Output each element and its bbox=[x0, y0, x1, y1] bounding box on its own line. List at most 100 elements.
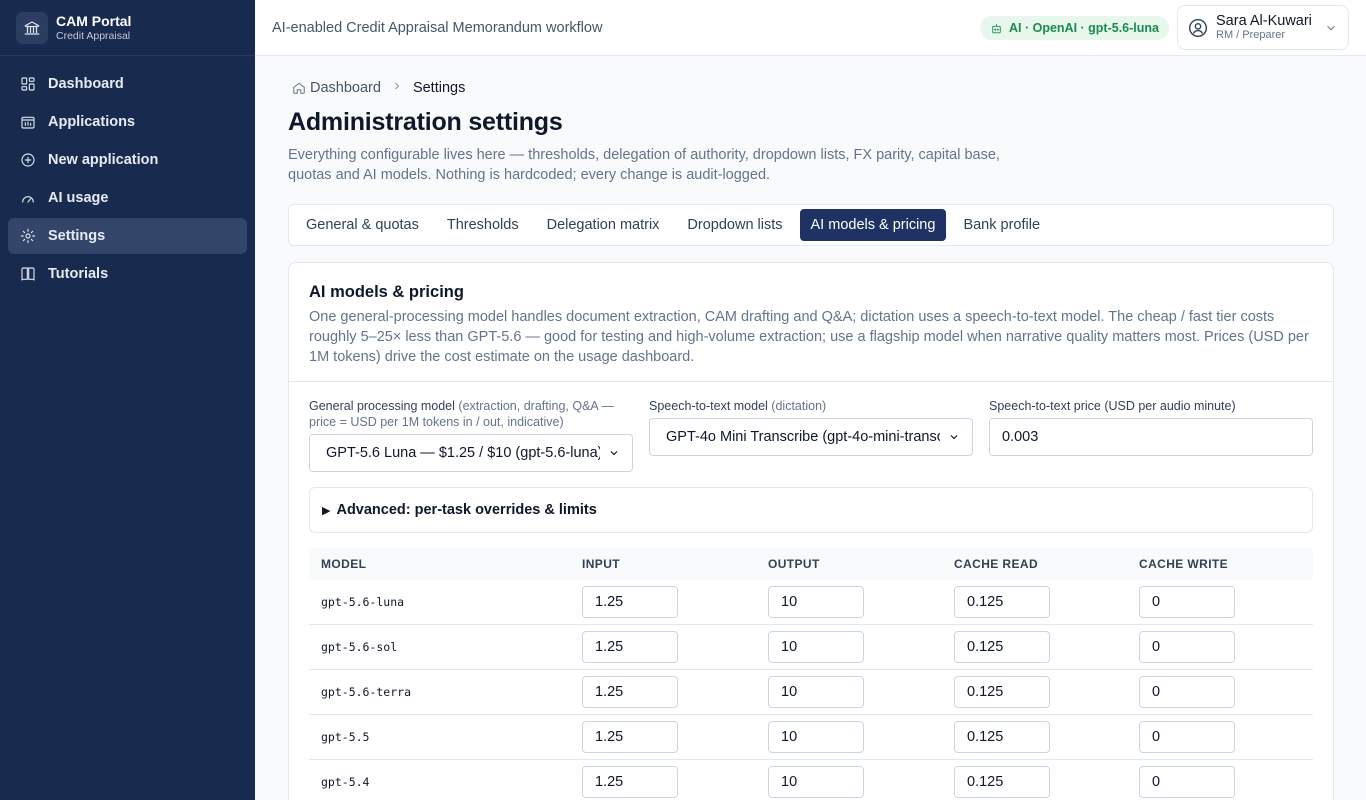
page-title: Administration settings bbox=[288, 108, 563, 136]
stt-price-input[interactable]: 0.003 bbox=[989, 418, 1313, 456]
model-name: gpt-5.4 bbox=[321, 775, 370, 789]
page-description-line: quotas and AI models. Nothing is hardcod… bbox=[288, 167, 771, 183]
input-price-input[interactable]: 1.25 bbox=[582, 721, 678, 753]
book-icon bbox=[21, 267, 35, 281]
user-menu-button[interactable]: Sara Al-Kuwari RM / Preparer bbox=[1177, 5, 1349, 50]
advanced-overrides-label: Advanced: per-task overrides & limits bbox=[336, 502, 597, 518]
column-header-input: INPUT bbox=[582, 557, 620, 571]
gear-icon bbox=[20, 228, 36, 244]
stt-price-field: Speech-to-text price (USD per audio minu… bbox=[989, 398, 1313, 414]
stt-model-hint: (dictation) bbox=[771, 399, 827, 413]
model-name: gpt-5.6-luna bbox=[321, 595, 405, 609]
model-name: gpt-5.6-terra bbox=[321, 685, 412, 699]
general-model-select[interactable]: GPT-5.6 Luna — $1.25 / $10 (gpt-5.6-luna… bbox=[309, 434, 633, 472]
stt-model-field: Speech-to-text model (dictation) bbox=[649, 398, 973, 414]
dashboard-icon bbox=[21, 77, 35, 91]
brand: CAM Portal Credit Appraisal bbox=[0, 0, 255, 56]
sidebar-item-label: Tutorials bbox=[48, 266, 109, 282]
chevron-down-icon bbox=[950, 435, 958, 440]
sidebar-item-label: New application bbox=[48, 152, 159, 168]
general-model-label: General processing model bbox=[309, 399, 455, 413]
sidebar-item-label: Settings bbox=[48, 228, 106, 244]
general-model-value: GPT-5.6 Luna — $1.25 / $10 (gpt-5.6-luna… bbox=[326, 445, 600, 461]
cache-read-price-input[interactable]: 0.125 bbox=[954, 676, 1050, 708]
tab-dropdown-lists[interactable]: Dropdown lists bbox=[676, 209, 793, 241]
settings-tabs: General & quotas Thresholds Delegation m… bbox=[288, 204, 1334, 246]
advanced-overrides-toggle[interactable]: ▶ Advanced: per-task overrides & limits bbox=[309, 487, 1313, 533]
output-price-input[interactable]: 10 bbox=[768, 766, 864, 798]
output-price-input[interactable]: 10 bbox=[768, 676, 864, 708]
cache-read-price-input[interactable]: 0.125 bbox=[954, 586, 1050, 618]
sidebar-item-new-application[interactable]: New application bbox=[8, 142, 247, 178]
user-name: Sara Al-Kuwari bbox=[1216, 13, 1312, 29]
cache-write-price-input[interactable]: 0 bbox=[1139, 586, 1235, 618]
pricing-table: MODEL INPUT OUTPUT CACHE READ CACHE WRIT… bbox=[309, 548, 1313, 800]
output-price-input[interactable]: 10 bbox=[768, 721, 864, 753]
home-icon bbox=[293, 82, 305, 94]
column-header-model: MODEL bbox=[321, 557, 367, 571]
sidebar-item-tutorials[interactable]: Tutorials bbox=[8, 256, 247, 292]
tab-delegation-matrix[interactable]: Delegation matrix bbox=[536, 209, 671, 241]
cache-write-price-input[interactable]: 0 bbox=[1139, 631, 1235, 663]
cache-write-price-input[interactable]: 0 bbox=[1139, 766, 1235, 798]
model-name: gpt-5.5 bbox=[321, 730, 370, 744]
breadcrumb-current: Settings bbox=[412, 80, 466, 96]
model-name: gpt-5.6-sol bbox=[321, 640, 398, 654]
sidebar-nav: Dashboard Applications New application A… bbox=[0, 56, 255, 304]
sidebar-item-label: Applications bbox=[48, 114, 136, 130]
robot-icon bbox=[992, 23, 1001, 33]
tab-thresholds[interactable]: Thresholds bbox=[436, 209, 530, 241]
user-role: RM / Preparer bbox=[1216, 29, 1286, 41]
tab-general-quotas[interactable]: General & quotas bbox=[295, 209, 430, 241]
output-price-input[interactable]: 10 bbox=[768, 586, 864, 618]
plus-circle-icon bbox=[21, 153, 35, 167]
breadcrumb: Dashboard Settings bbox=[292, 80, 465, 96]
stt-model-value: GPT-4o Mini Transcribe (gpt-4o-mini-tran… bbox=[666, 429, 940, 445]
page-description-line: Everything configurable lives here — thr… bbox=[288, 147, 1000, 163]
ai-model-badge: AI · OpenAI · gpt-5.6-luna bbox=[980, 16, 1169, 40]
input-price-input[interactable]: 1.25 bbox=[582, 586, 678, 618]
general-model-field: General processing model (extraction, dr… bbox=[309, 398, 633, 430]
input-price-input[interactable]: 1.25 bbox=[582, 676, 678, 708]
breadcrumb-home-link[interactable]: Dashboard bbox=[310, 80, 381, 96]
sidebar-item-applications[interactable]: Applications bbox=[8, 104, 247, 140]
tab-ai-models-pricing[interactable]: AI models & pricing bbox=[799, 209, 947, 241]
main-content: Dashboard Settings Administration settin… bbox=[255, 56, 1366, 800]
output-price-input[interactable]: 10 bbox=[768, 631, 864, 663]
card-header: AI models & pricing One general-processi… bbox=[289, 263, 1333, 382]
card-description: One general-processing model handles doc… bbox=[309, 309, 1309, 365]
tab-bank-profile[interactable]: Bank profile bbox=[952, 209, 1051, 241]
sidebar-item-label: Dashboard bbox=[48, 76, 124, 92]
cache-write-price-input[interactable]: 0 bbox=[1139, 676, 1235, 708]
sidebar-item-label: AI usage bbox=[48, 190, 109, 206]
sidebar-item-settings[interactable]: Settings bbox=[8, 218, 247, 254]
applications-icon bbox=[21, 116, 35, 129]
input-price-input[interactable]: 1.25 bbox=[582, 631, 678, 663]
sidebar-item-dashboard[interactable]: Dashboard bbox=[8, 66, 247, 102]
brand-subtitle: Credit Appraisal bbox=[56, 29, 131, 42]
card-title: AI models & pricing bbox=[309, 283, 464, 301]
cache-read-price-input[interactable]: 0.125 bbox=[954, 721, 1050, 753]
ai-models-card: AI models & pricing One general-processi… bbox=[288, 262, 1334, 800]
chevron-right-icon bbox=[391, 80, 403, 96]
column-header-cache-write: CACHE WRITE bbox=[1139, 557, 1229, 571]
table-row: gpt-5.5 1.25 10 0.125 0 bbox=[309, 715, 1313, 760]
gauge-icon bbox=[22, 196, 34, 203]
cache-read-price-input[interactable]: 0.125 bbox=[954, 631, 1050, 663]
cache-write-price-input[interactable]: 0 bbox=[1139, 721, 1235, 753]
input-price-input[interactable]: 1.25 bbox=[582, 766, 678, 798]
triangle-right-icon: ▶ bbox=[322, 504, 331, 517]
table-header: MODEL INPUT OUTPUT CACHE READ CACHE WRIT… bbox=[309, 548, 1313, 580]
page-description: Everything configurable lives here — thr… bbox=[288, 145, 1048, 185]
bank-icon bbox=[16, 11, 48, 44]
sidebar-item-ai-usage[interactable]: AI usage bbox=[8, 180, 247, 216]
stt-model-select[interactable]: GPT-4o Mini Transcribe (gpt-4o-mini-tran… bbox=[649, 418, 973, 456]
top-header: AI-enabled Credit Appraisal Memorandum w… bbox=[255, 0, 1366, 56]
table-row: gpt-5.6-luna 1.25 10 0.125 0 bbox=[309, 580, 1313, 625]
chevron-down-icon bbox=[1324, 21, 1338, 40]
stt-price-label: Speech-to-text price (USD per audio minu… bbox=[989, 399, 1236, 413]
brand-title: CAM Portal bbox=[56, 12, 132, 29]
column-header-cache-read: CACHE READ bbox=[954, 557, 1039, 571]
cache-read-price-input[interactable]: 0.125 bbox=[954, 766, 1050, 798]
table-row: gpt-5.6-sol 1.25 10 0.125 0 bbox=[309, 625, 1313, 670]
